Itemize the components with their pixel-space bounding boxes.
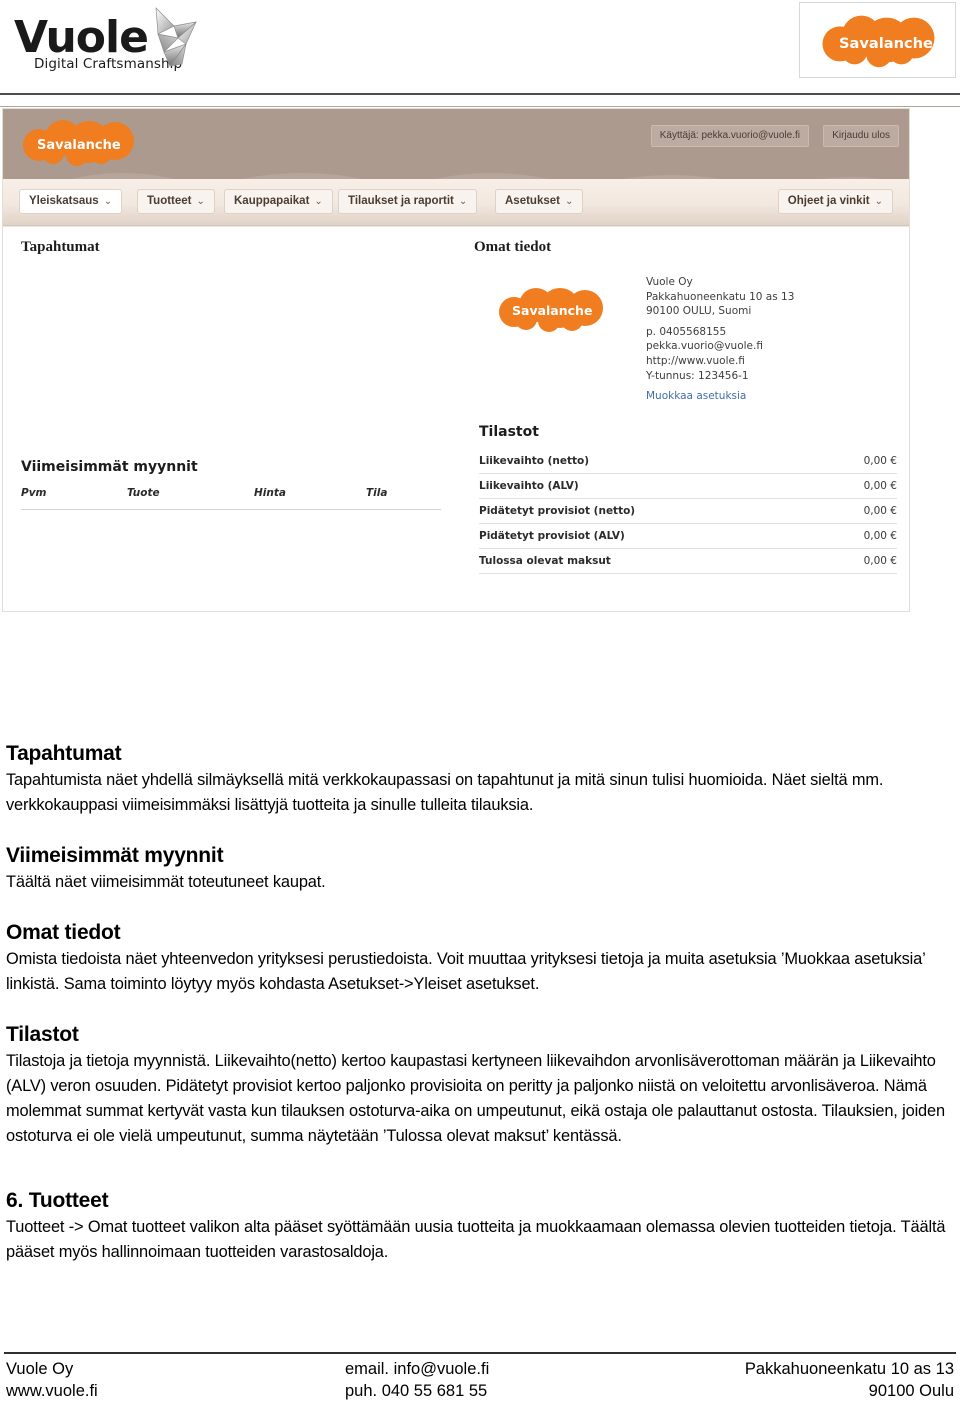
paragraph-tuotteet: Tuotteet -> Omat tuotteet valikon alta p… <box>6 1218 946 1261</box>
app-savalanche-logo-icon[interactable]: Savalanche <box>15 115 155 171</box>
table-row: Tulossa olevat maksut 0,00 € <box>479 548 897 574</box>
company-city: 90100 OULU, Suomi <box>646 305 752 318</box>
panel-title-omat-tiedot: Omat tiedot <box>474 239 552 255</box>
stats-table: Liikevaihto (netto) 0,00 € Liikevaihto (… <box>479 449 897 574</box>
company-info-block: Vuole Oy Pakkahuoneenkatu 10 as 13 90100… <box>646 275 794 404</box>
stat-label: Liikevaihto (netto) <box>479 449 824 474</box>
paragraph-tilastot: Tilastoja ja tietoja myynnistä. Liikevai… <box>6 1052 945 1145</box>
savalanche-partner-logo: Savalanche <box>799 2 956 78</box>
panel-title-tapahtumat: Tapahtumat <box>21 239 100 255</box>
vuole-logo-wordmark: Vuole <box>14 12 149 63</box>
current-user-label: Käyttäjä: pekka.vuorio@vuole.fi <box>650 125 809 147</box>
edit-settings-link[interactable]: Muokkaa asetuksia <box>646 389 794 404</box>
app-nav-bar: Yleiskatsaus ⌄ Tuotteet ⌄ Kauppapaikat ⌄ Ti… <box>3 179 909 226</box>
footer-company-site: www.vuole.fi <box>6 1382 98 1400</box>
footer-company-name: Vuole Oy <box>6 1360 74 1378</box>
panel-title-viimeisimmat-myynnit: Viimeisimmät myynnit <box>21 459 198 475</box>
stat-value: 0,00 € <box>823 449 897 474</box>
stat-value: 0,00 € <box>823 498 897 524</box>
vuole-logo: Vuole Digital Craftsmanship <box>8 4 198 80</box>
omat-tiedot-logo-icon: Savalanche <box>499 288 603 332</box>
paragraph-omat-tiedot: Omista tiedoista näet yhteenvedon yrityk… <box>6 950 926 993</box>
header-divider <box>0 93 960 95</box>
footer-email: email. info@vuole.fi <box>345 1360 490 1378</box>
origami-bird-icon <box>155 7 198 67</box>
sales-col-hinta: Hinta <box>254 487 286 499</box>
nav-item-tilaukset-label: Tilaukset ja raportit <box>348 195 454 207</box>
nav-item-yleiskatsaus-label: Yleiskatsaus <box>29 195 99 207</box>
footer-column-address: Pakkahuoneenkatu 10 as 13 90100 Oulu <box>690 1358 960 1402</box>
nav-item-tuotteet-label: Tuotteet <box>147 195 192 207</box>
chevron-down-icon: ⌄ <box>196 196 205 207</box>
nav-item-kauppapaikat-label: Kauppapaikat <box>234 195 310 207</box>
nav-item-kauppapaikat[interactable]: Kauppapaikat ⌄ <box>224 189 333 214</box>
heading-tilastot: Tilastot <box>6 1023 79 1046</box>
footer-column-contact: email. info@vuole.fi puh. 040 55 681 55 <box>345 1358 690 1402</box>
savalanche-logo-text: Savalanche <box>839 35 933 52</box>
table-row: Liikevaihto (ALV) 0,00 € <box>479 473 897 499</box>
section-tapahtumat: Tapahtumat Tapahtumista näet yhdellä sil… <box>0 742 960 818</box>
nav-item-ohjeet-label: Ohjeet ja vinkit <box>787 195 870 207</box>
stat-value: 0,00 € <box>823 473 897 499</box>
document-body: Tapahtumat Tapahtumista näet yhdellä sil… <box>0 742 960 1265</box>
stat-label: Tulossa olevat maksut <box>479 548 824 574</box>
stat-value: 0,00 € <box>823 548 897 574</box>
company-name: Vuole Oy <box>646 276 693 288</box>
table-row: Pidätetyt provisiot (netto) 0,00 € <box>479 498 897 524</box>
heading-tuotteet: 6. Tuotteet <box>6 1189 109 1212</box>
stat-label: Pidätetyt provisiot (ALV) <box>479 523 824 549</box>
stat-value: 0,00 € <box>823 523 897 549</box>
sales-col-tuote: Tuote <box>127 487 160 499</box>
app-logo-text: Savalanche <box>37 138 121 153</box>
chevron-down-icon: ⌄ <box>103 196 113 207</box>
header-divider-light <box>0 106 960 107</box>
chevron-down-icon: ⌄ <box>874 196 883 207</box>
company-street: Pakkahuoneenkatu 10 as 13 <box>646 290 795 303</box>
footer-street: Pakkahuoneenkatu 10 as 13 <box>744 1360 954 1378</box>
table-row: Pidätetyt provisiot (ALV) 0,00 € <box>479 523 897 549</box>
heading-viimeisimmat-myynnit: Viimeisimmät myynnit <box>6 844 224 867</box>
logout-button[interactable]: Kirjaudu ulos <box>823 125 899 147</box>
stat-label: Pidätetyt provisiot (netto) <box>479 498 824 524</box>
nav-item-ohjeet-ja-vinkit[interactable]: Ohjeet ja vinkit ⌄ <box>777 189 893 214</box>
chevron-down-icon: ⌄ <box>314 196 323 207</box>
sales-col-tila: Tila <box>366 487 388 499</box>
section-tuotteet: 6. Tuotteet Tuotteet -> Omat tuotteet va… <box>0 1189 960 1265</box>
section-omat-tiedot: Omat tiedot Omista tiedoista näet yhteen… <box>0 921 960 997</box>
page-footer: Vuole Oy www.vuole.fi email. info@vuole.… <box>0 1358 960 1402</box>
footer-column-company: Vuole Oy www.vuole.fi <box>0 1358 345 1402</box>
footer-divider <box>4 1352 956 1354</box>
footer-city: 90100 Oulu <box>868 1382 954 1400</box>
nav-item-asetukset[interactable]: Asetukset ⌄ <box>495 189 584 214</box>
paragraph-viimeisimmat-myynnit: Täältä näet viimeisimmät toteutuneet kau… <box>6 873 326 891</box>
omat-tiedot-logo-text: Savalanche <box>512 303 592 318</box>
app-screenshot: Savalanche Käyttäjä: pekka.vuorio@vuole.… <box>2 108 910 612</box>
app-header-bar: Savalanche Käyttäjä: pekka.vuorio@vuole.… <box>3 109 909 179</box>
nav-item-asetukset-label: Asetukset <box>505 195 560 207</box>
sales-col-pvm: Pvm <box>21 487 47 499</box>
heading-tapahtumat: Tapahtumat <box>6 742 122 765</box>
nav-item-tuotteet[interactable]: Tuotteet ⌄ <box>137 189 215 214</box>
savalanche-logo-icon: Savalanche <box>822 15 935 68</box>
chevron-down-icon: ⌄ <box>564 196 574 207</box>
company-phone: p. 0405568155 <box>646 325 727 338</box>
footer-phone: puh. 040 55 681 55 <box>345 1382 488 1400</box>
stat-label: Liikevaihto (ALV) <box>479 473 824 499</box>
heading-omat-tiedot: Omat tiedot <box>6 921 121 944</box>
table-row: Liikevaihto (netto) 0,00 € <box>479 449 897 474</box>
nav-item-tilaukset-ja-raportit[interactable]: Tilaukset ja raportit ⌄ <box>338 189 478 214</box>
company-website: http://www.vuole.fi <box>646 354 745 367</box>
page-header: Vuole Digital Craftsmanship Savalanche <box>0 0 960 82</box>
sales-table-divider <box>21 509 441 510</box>
panel-title-tilastot: Tilastot <box>479 424 539 440</box>
paragraph-tapahtumat: Tapahtumista näet yhdellä silmäyksellä m… <box>6 771 884 814</box>
section-viimeisimmat-myynnit: Viimeisimmät myynnit Täältä näet viimeis… <box>0 844 960 895</box>
nav-item-yleiskatsaus[interactable]: Yleiskatsaus ⌄ <box>19 189 123 214</box>
company-vat-id: Y-tunnus: 123456-1 <box>646 369 749 382</box>
app-content-area: Tapahtumat Omat tiedot Savalanche Vuole … <box>3 226 909 611</box>
company-email: pekka.vuorio@vuole.fi <box>646 340 763 353</box>
chevron-down-icon: ⌄ <box>458 196 468 207</box>
section-tilastot: Tilastot Tilastoja ja tietoja myynnistä.… <box>0 1023 960 1149</box>
